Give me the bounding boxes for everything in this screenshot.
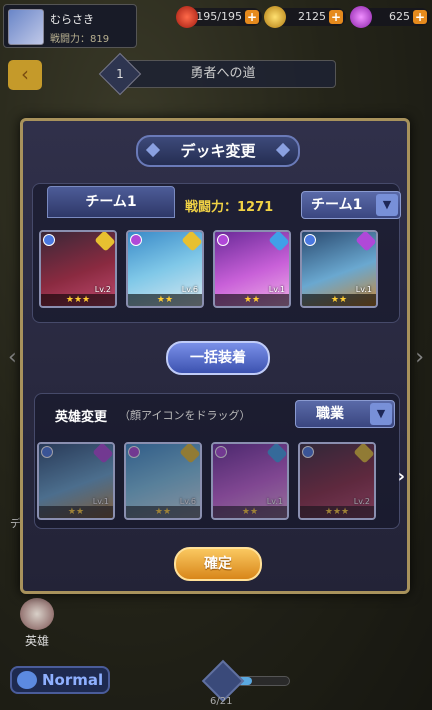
hero-card-witch-girl[interactable]: Lv.6 ★★	[124, 442, 202, 520]
star-rating: ★★	[302, 294, 376, 306]
gold-icon	[264, 6, 286, 28]
player-name: むらさき	[50, 13, 94, 26]
hero-side-label: 英雄	[24, 634, 49, 648]
add-stamina-button[interactable]: +	[245, 10, 259, 24]
player-power: 戦闘力：819	[50, 34, 110, 45]
character-portrait	[300, 444, 374, 518]
hero-change-title: 英雄変更	[55, 410, 108, 425]
star-rating: ★★	[213, 506, 287, 518]
stage-title: 勇者への道	[190, 66, 256, 81]
class-icon	[92, 444, 113, 464]
level-label: Lv.6	[179, 497, 196, 506]
star-rating: ★★★	[300, 506, 374, 518]
next-arrow-icon[interactable]: ›	[415, 345, 424, 370]
hero-face-icon	[20, 598, 54, 630]
hero-card-purple-twin-tail-girl[interactable]: Lv.1 ★★	[211, 442, 289, 520]
class-icon	[179, 444, 200, 464]
element-icon	[304, 234, 316, 246]
back-button[interactable]: ‹	[8, 60, 42, 90]
star-rating: ★★	[128, 294, 202, 306]
team-panel: チーム1 戦闘力：1271 チーム1 ▼ Lv.2 ★★★ Lv.6 ★★ Lv.1 ★★…	[32, 183, 401, 323]
stamina-resource: 195/195 +	[176, 6, 262, 28]
add-gold-button[interactable]: +	[329, 10, 343, 24]
element-icon	[302, 446, 314, 458]
stage-progress: 6/21	[200, 659, 290, 708]
element-icon	[41, 446, 53, 458]
job-select-dropdown[interactable]: 職業 ▼	[295, 400, 395, 428]
star-rating: ★★	[215, 294, 289, 306]
element-icon	[43, 234, 55, 246]
level-label: Lv.1	[268, 285, 285, 294]
add-gem-button[interactable]: +	[413, 10, 427, 24]
avatar[interactable]	[8, 9, 44, 45]
star-rating: ★★	[126, 506, 200, 518]
team-power: 戦闘力：1271	[185, 200, 274, 215]
gold-resource: 2125 +	[264, 6, 346, 28]
hero-card-dark-horned-girl[interactable]: Lv.2 ★★★	[298, 442, 376, 520]
stamina-icon	[176, 6, 198, 28]
stage-bar: 1 勇者への道	[98, 52, 336, 96]
tab-team1[interactable]: チーム1	[47, 186, 175, 218]
class-icon	[353, 444, 374, 464]
star-rating: ★★	[39, 506, 113, 518]
team-card-witch-girl[interactable]: Lv.6 ★★	[126, 230, 204, 308]
top-bar: むらさき 戦闘力：819 195/195 + 2125 + 625 +	[0, 0, 432, 52]
element-icon	[128, 446, 140, 458]
gem-icon	[350, 6, 372, 28]
team-card-dark-horned-girl[interactable]: Lv.2 ★★★	[39, 230, 117, 308]
chevron-down-icon: ▼	[370, 403, 392, 425]
gem-value: 625	[389, 10, 410, 23]
team-card-purple-twin-tail-girl[interactable]: Lv.1 ★★	[213, 230, 291, 308]
level-label: Lv.6	[181, 285, 198, 294]
scroll-right-icon[interactable]: ›	[398, 466, 405, 487]
confirm-button[interactable]: 確定	[174, 547, 262, 581]
level-label: Lv.1	[266, 497, 283, 506]
hero-card-wolf-warrior[interactable]: Lv.1 ★★	[37, 442, 115, 520]
hero-change-hint: （顔アイコンをドラッグ）	[119, 409, 251, 422]
diamond-icon	[275, 142, 291, 158]
hero-change-panel: 英雄変更 （顔アイコンをドラッグ） 職業 ▼ Lv.1 ★★ Lv.6 ★★ Lv.1 ★…	[34, 393, 405, 529]
team-select-dropdown[interactable]: チーム1 ▼	[301, 191, 401, 219]
level-label: Lv.2	[94, 285, 111, 294]
diamond-icon	[145, 142, 161, 158]
element-icon	[215, 446, 227, 458]
class-icon	[266, 444, 287, 464]
character-portrait	[126, 444, 200, 518]
level-label: Lv.1	[92, 497, 109, 506]
player-info[interactable]: むらさき 戦闘力：819	[3, 4, 137, 48]
character-portrait	[213, 444, 287, 518]
dialog-title: デッキ変更	[136, 135, 300, 167]
level-label: Lv.1	[355, 285, 372, 294]
character-portrait	[39, 444, 113, 518]
equip-all-button[interactable]: 一括装着	[166, 341, 270, 375]
chevron-down-icon: ▼	[376, 194, 398, 216]
deck-change-dialog: デッキ変更 チーム1 戦闘力：1271 チーム1 ▼ Lv.2 ★★★ Lv.6 ★★…	[20, 118, 410, 594]
element-icon	[217, 234, 229, 246]
hero-side-button[interactable]: 英雄	[18, 598, 56, 650]
team-card-wolf-warrior[interactable]: Lv.1 ★★	[300, 230, 378, 308]
element-icon	[130, 234, 142, 246]
level-label: Lv.2	[353, 497, 370, 506]
gold-value: 2125	[298, 10, 326, 23]
stamina-value: 195/195	[196, 10, 242, 23]
mode-icon	[17, 671, 37, 689]
star-rating: ★★★	[41, 294, 115, 306]
gem-resource: 625 +	[350, 6, 430, 28]
mode-button[interactable]: Normal	[10, 666, 110, 694]
progress-text: 6/21	[210, 696, 233, 707]
prev-arrow-icon[interactable]: ‹	[8, 345, 17, 370]
